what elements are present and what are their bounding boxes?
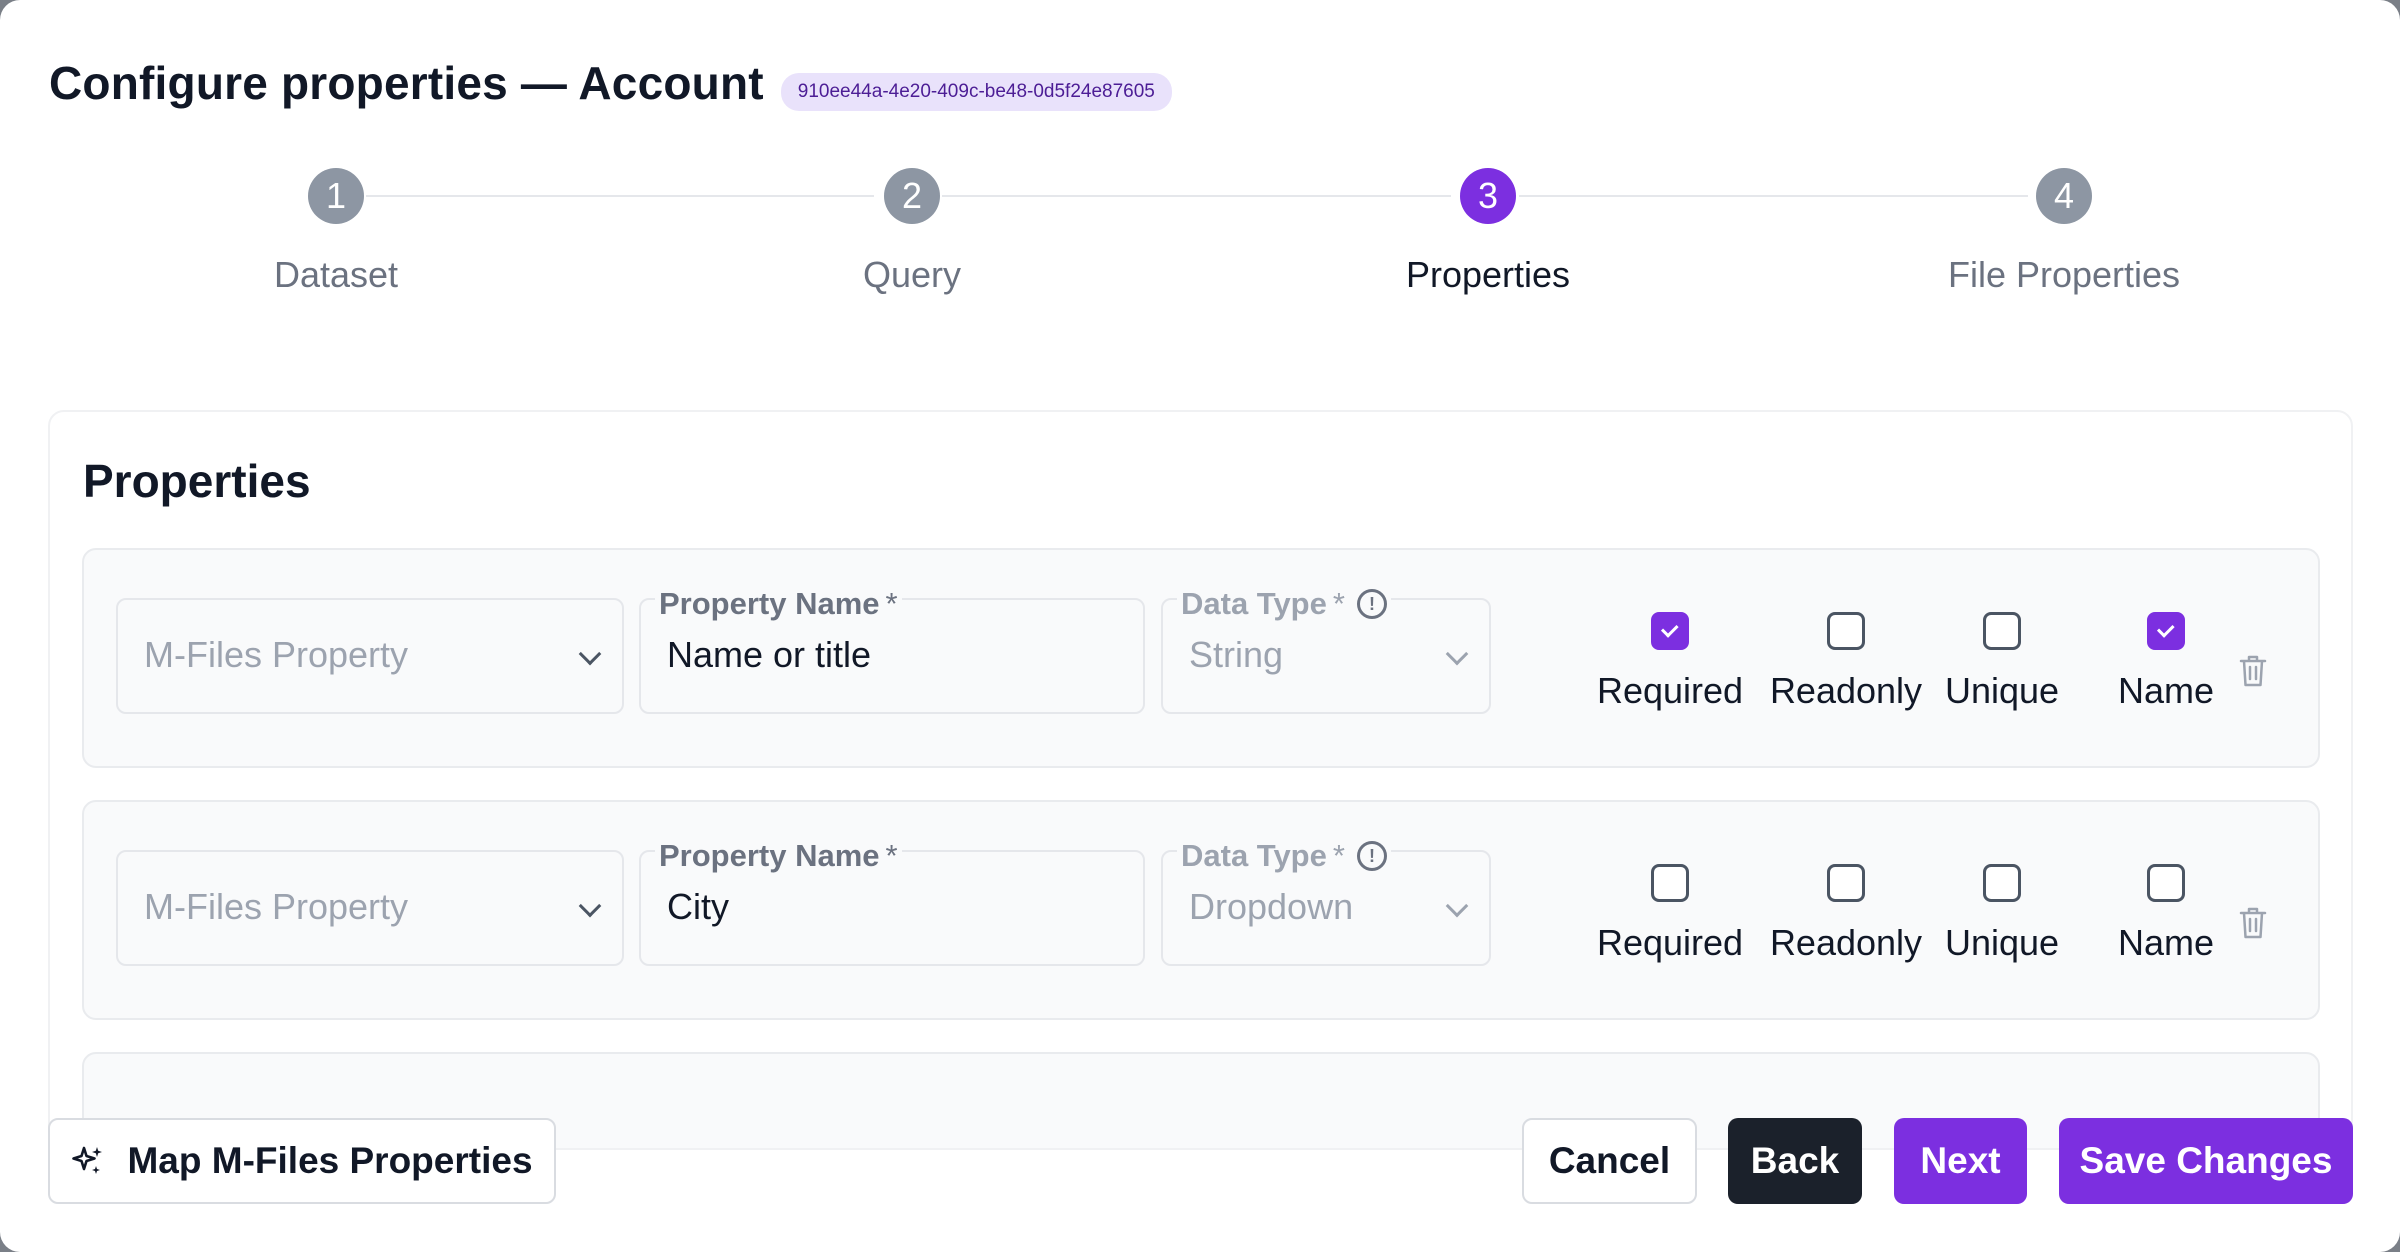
properties-card: Properties M-Files Property Property Nam… bbox=[48, 410, 2353, 1150]
unique-option: Unique bbox=[1917, 612, 2087, 712]
chevron-down-icon bbox=[1445, 642, 1469, 666]
chevron-down-icon bbox=[578, 894, 602, 918]
readonly-checkbox[interactable] bbox=[1827, 864, 1865, 902]
unique-label: Unique bbox=[1944, 922, 2060, 963]
mfiles-property-select[interactable]: M-Files Property bbox=[116, 598, 624, 714]
sparkles-icon bbox=[71, 1144, 105, 1178]
step-label: Properties bbox=[1405, 254, 1571, 295]
configure-properties-dialog: Configure properties — Account 910ee44a-… bbox=[0, 0, 2400, 1252]
readonly-label: Readonly bbox=[1769, 922, 1923, 963]
step-number: 4 bbox=[2036, 168, 2092, 224]
name-label: Name bbox=[2117, 922, 2215, 963]
required-asterisk: * bbox=[1332, 838, 1345, 873]
chevron-down-icon bbox=[578, 642, 602, 666]
trash-icon[interactable] bbox=[2239, 654, 2267, 688]
cancel-button[interactable]: Cancel bbox=[1522, 1118, 1697, 1204]
map-mfiles-properties-label: Map M-Files Properties bbox=[127, 1140, 533, 1181]
property-name-input[interactable]: Property Name * Name or title bbox=[639, 586, 1145, 714]
info-circle-icon[interactable]: ! bbox=[1356, 841, 1387, 871]
data-type-select[interactable]: Data Type * ! Dropdown bbox=[1161, 838, 1491, 966]
data-type-select[interactable]: Data Type * ! String bbox=[1161, 586, 1491, 714]
id-badge: 910ee44a-4e20-409c-be48-0d5f24e87605 bbox=[780, 73, 1172, 111]
name-option: Name bbox=[2081, 864, 2251, 964]
chevron-down-icon bbox=[1445, 894, 1469, 918]
save-changes-button[interactable]: Save Changes bbox=[2059, 1118, 2353, 1204]
info-circle-icon[interactable]: ! bbox=[1356, 589, 1387, 619]
step-label: Dataset bbox=[273, 254, 399, 295]
readonly-label: Readonly bbox=[1769, 670, 1923, 711]
required-label: Required bbox=[1596, 922, 1744, 963]
required-checkbox[interactable] bbox=[1651, 864, 1689, 902]
required-asterisk: * bbox=[885, 586, 898, 621]
dialog-title: Configure properties — Account bbox=[49, 57, 764, 109]
name-option: Name bbox=[2081, 612, 2251, 712]
name-checkbox[interactable] bbox=[2147, 864, 2185, 902]
step-label: Query bbox=[862, 254, 962, 295]
required-checkbox[interactable] bbox=[1651, 612, 1689, 650]
mfiles-property-select[interactable]: M-Files Property bbox=[116, 850, 624, 966]
unique-checkbox[interactable] bbox=[1983, 612, 2021, 650]
step-number: 2 bbox=[884, 168, 940, 224]
readonly-option: Readonly bbox=[1761, 612, 1931, 712]
property-name-label-text: Property Name bbox=[659, 586, 880, 621]
step-file-properties[interactable]: 4 File Properties bbox=[1864, 168, 2264, 296]
trash-icon[interactable] bbox=[2239, 906, 2267, 940]
required-label: Required bbox=[1596, 670, 1744, 711]
readonly-option: Readonly bbox=[1761, 864, 1931, 964]
property-name-label: Property Name * bbox=[655, 586, 902, 622]
stepper: 1 Dataset 2 Query 3 Properties 4 File Pr… bbox=[0, 168, 2400, 318]
data-type-label: Data Type * ! bbox=[1177, 838, 1391, 874]
unique-option: Unique bbox=[1917, 864, 2087, 964]
step-label: File Properties bbox=[1947, 254, 2181, 295]
name-checkbox[interactable] bbox=[2147, 612, 2185, 650]
required-option: Required bbox=[1585, 864, 1755, 964]
property-row: M-Files Property Property Name * City Dat… bbox=[82, 800, 2320, 1020]
step-number: 1 bbox=[308, 168, 364, 224]
data-type-value: String bbox=[1189, 634, 1284, 675]
step-dataset[interactable]: 1 Dataset bbox=[136, 168, 536, 296]
step-properties[interactable]: 3 Properties bbox=[1288, 168, 1688, 296]
required-asterisk: * bbox=[885, 838, 898, 873]
back-button[interactable]: Back bbox=[1728, 1118, 1862, 1204]
data-type-value: Dropdown bbox=[1189, 886, 1354, 927]
unique-checkbox[interactable] bbox=[1983, 864, 2021, 902]
dialog-header: Configure properties — Account 910ee44a-… bbox=[49, 55, 1172, 111]
readonly-checkbox[interactable] bbox=[1827, 612, 1865, 650]
property-name-value: City bbox=[667, 886, 729, 927]
required-asterisk: * bbox=[1332, 586, 1345, 621]
name-label: Name bbox=[2117, 670, 2215, 711]
step-query[interactable]: 2 Query bbox=[712, 168, 1112, 296]
data-type-label-text: Data Type bbox=[1181, 838, 1327, 873]
map-mfiles-properties-button[interactable]: Map M-Files Properties bbox=[48, 1118, 556, 1204]
unique-label: Unique bbox=[1944, 670, 2060, 711]
property-row: M-Files Property Property Name * Name or … bbox=[82, 548, 2320, 768]
property-name-label-text: Property Name bbox=[659, 838, 880, 873]
properties-title: Properties bbox=[83, 455, 311, 507]
next-button[interactable]: Next bbox=[1894, 1118, 2027, 1204]
property-name-label: Property Name * bbox=[655, 838, 902, 874]
required-option: Required bbox=[1585, 612, 1755, 712]
mfiles-property-placeholder: M-Files Property bbox=[144, 886, 409, 927]
property-name-input[interactable]: Property Name * City bbox=[639, 838, 1145, 966]
mfiles-property-placeholder: M-Files Property bbox=[144, 634, 409, 675]
data-type-label: Data Type * ! bbox=[1177, 586, 1391, 622]
data-type-label-text: Data Type bbox=[1181, 586, 1327, 621]
property-name-value: Name or title bbox=[667, 634, 872, 675]
step-number: 3 bbox=[1460, 168, 1516, 224]
